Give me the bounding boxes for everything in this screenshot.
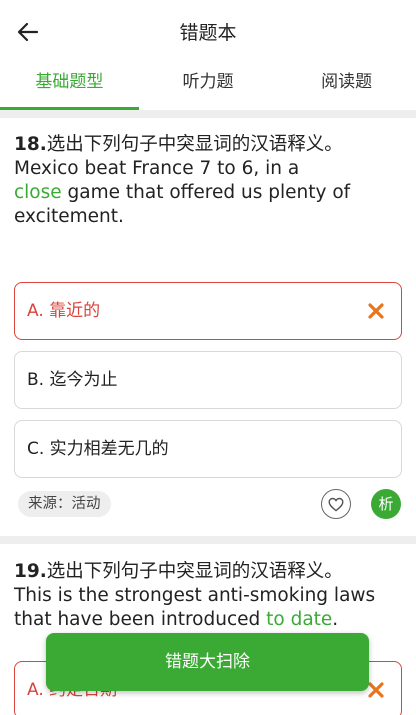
question-sentence-before: Mexico beat France 7 to 6, in a [14,158,300,179]
option-label: C. 实力相差无几的 [27,439,169,459]
category-tabs: 基础题型 听力题 阅读题 [0,62,416,110]
option-label: A. 靠近的 [27,301,101,321]
tab-reading[interactable]: 阅读题 [277,62,416,110]
favorite-button[interactable] [321,489,351,519]
wrong-x-icon [368,682,384,698]
question-number: 19. [14,561,47,582]
heart-icon [328,497,344,511]
question-meta-row: 来源：活动 析 [0,485,416,523]
question-sentence-after: game that offered us plenty of excitemen… [14,182,351,227]
tab-listening[interactable]: 听力题 [139,62,278,110]
tab-basic[interactable]: 基础题型 [0,62,139,110]
header-bar: 错题本 [0,0,416,62]
source-badge: 来源：活动 [18,491,111,517]
sweep-mistakes-button[interactable]: 错题大扫除 [46,633,369,691]
option-label: B. 迄今为止 [27,370,118,390]
wrong-x-icon [368,303,384,319]
analysis-button[interactable]: 析 [371,489,401,519]
question-prompt: 选出下列句子中突显词的汉语释义。 [46,134,343,155]
highlighted-word: to date [266,609,333,630]
option-a[interactable]: A. 靠近的 [14,282,402,340]
section-divider [0,110,416,118]
page-title: 错题本 [179,22,237,44]
option-c[interactable]: C. 实力相差无几的 [14,420,402,478]
question-18-text: 18.选出下列句子中突显词的汉语释义。 Mexico beat France 7… [14,133,406,229]
question-number: 18. [14,134,47,155]
question-prompt: 选出下列句子中突显词的汉语释义。 [46,561,343,582]
question-19-text: 19.选出下列句子中突显词的汉语释义。 This is the stronges… [14,560,406,632]
question-sentence-after: . [332,609,339,630]
highlighted-word: close [14,182,62,203]
section-divider [0,536,416,544]
option-b[interactable]: B. 迄今为止 [14,351,402,409]
